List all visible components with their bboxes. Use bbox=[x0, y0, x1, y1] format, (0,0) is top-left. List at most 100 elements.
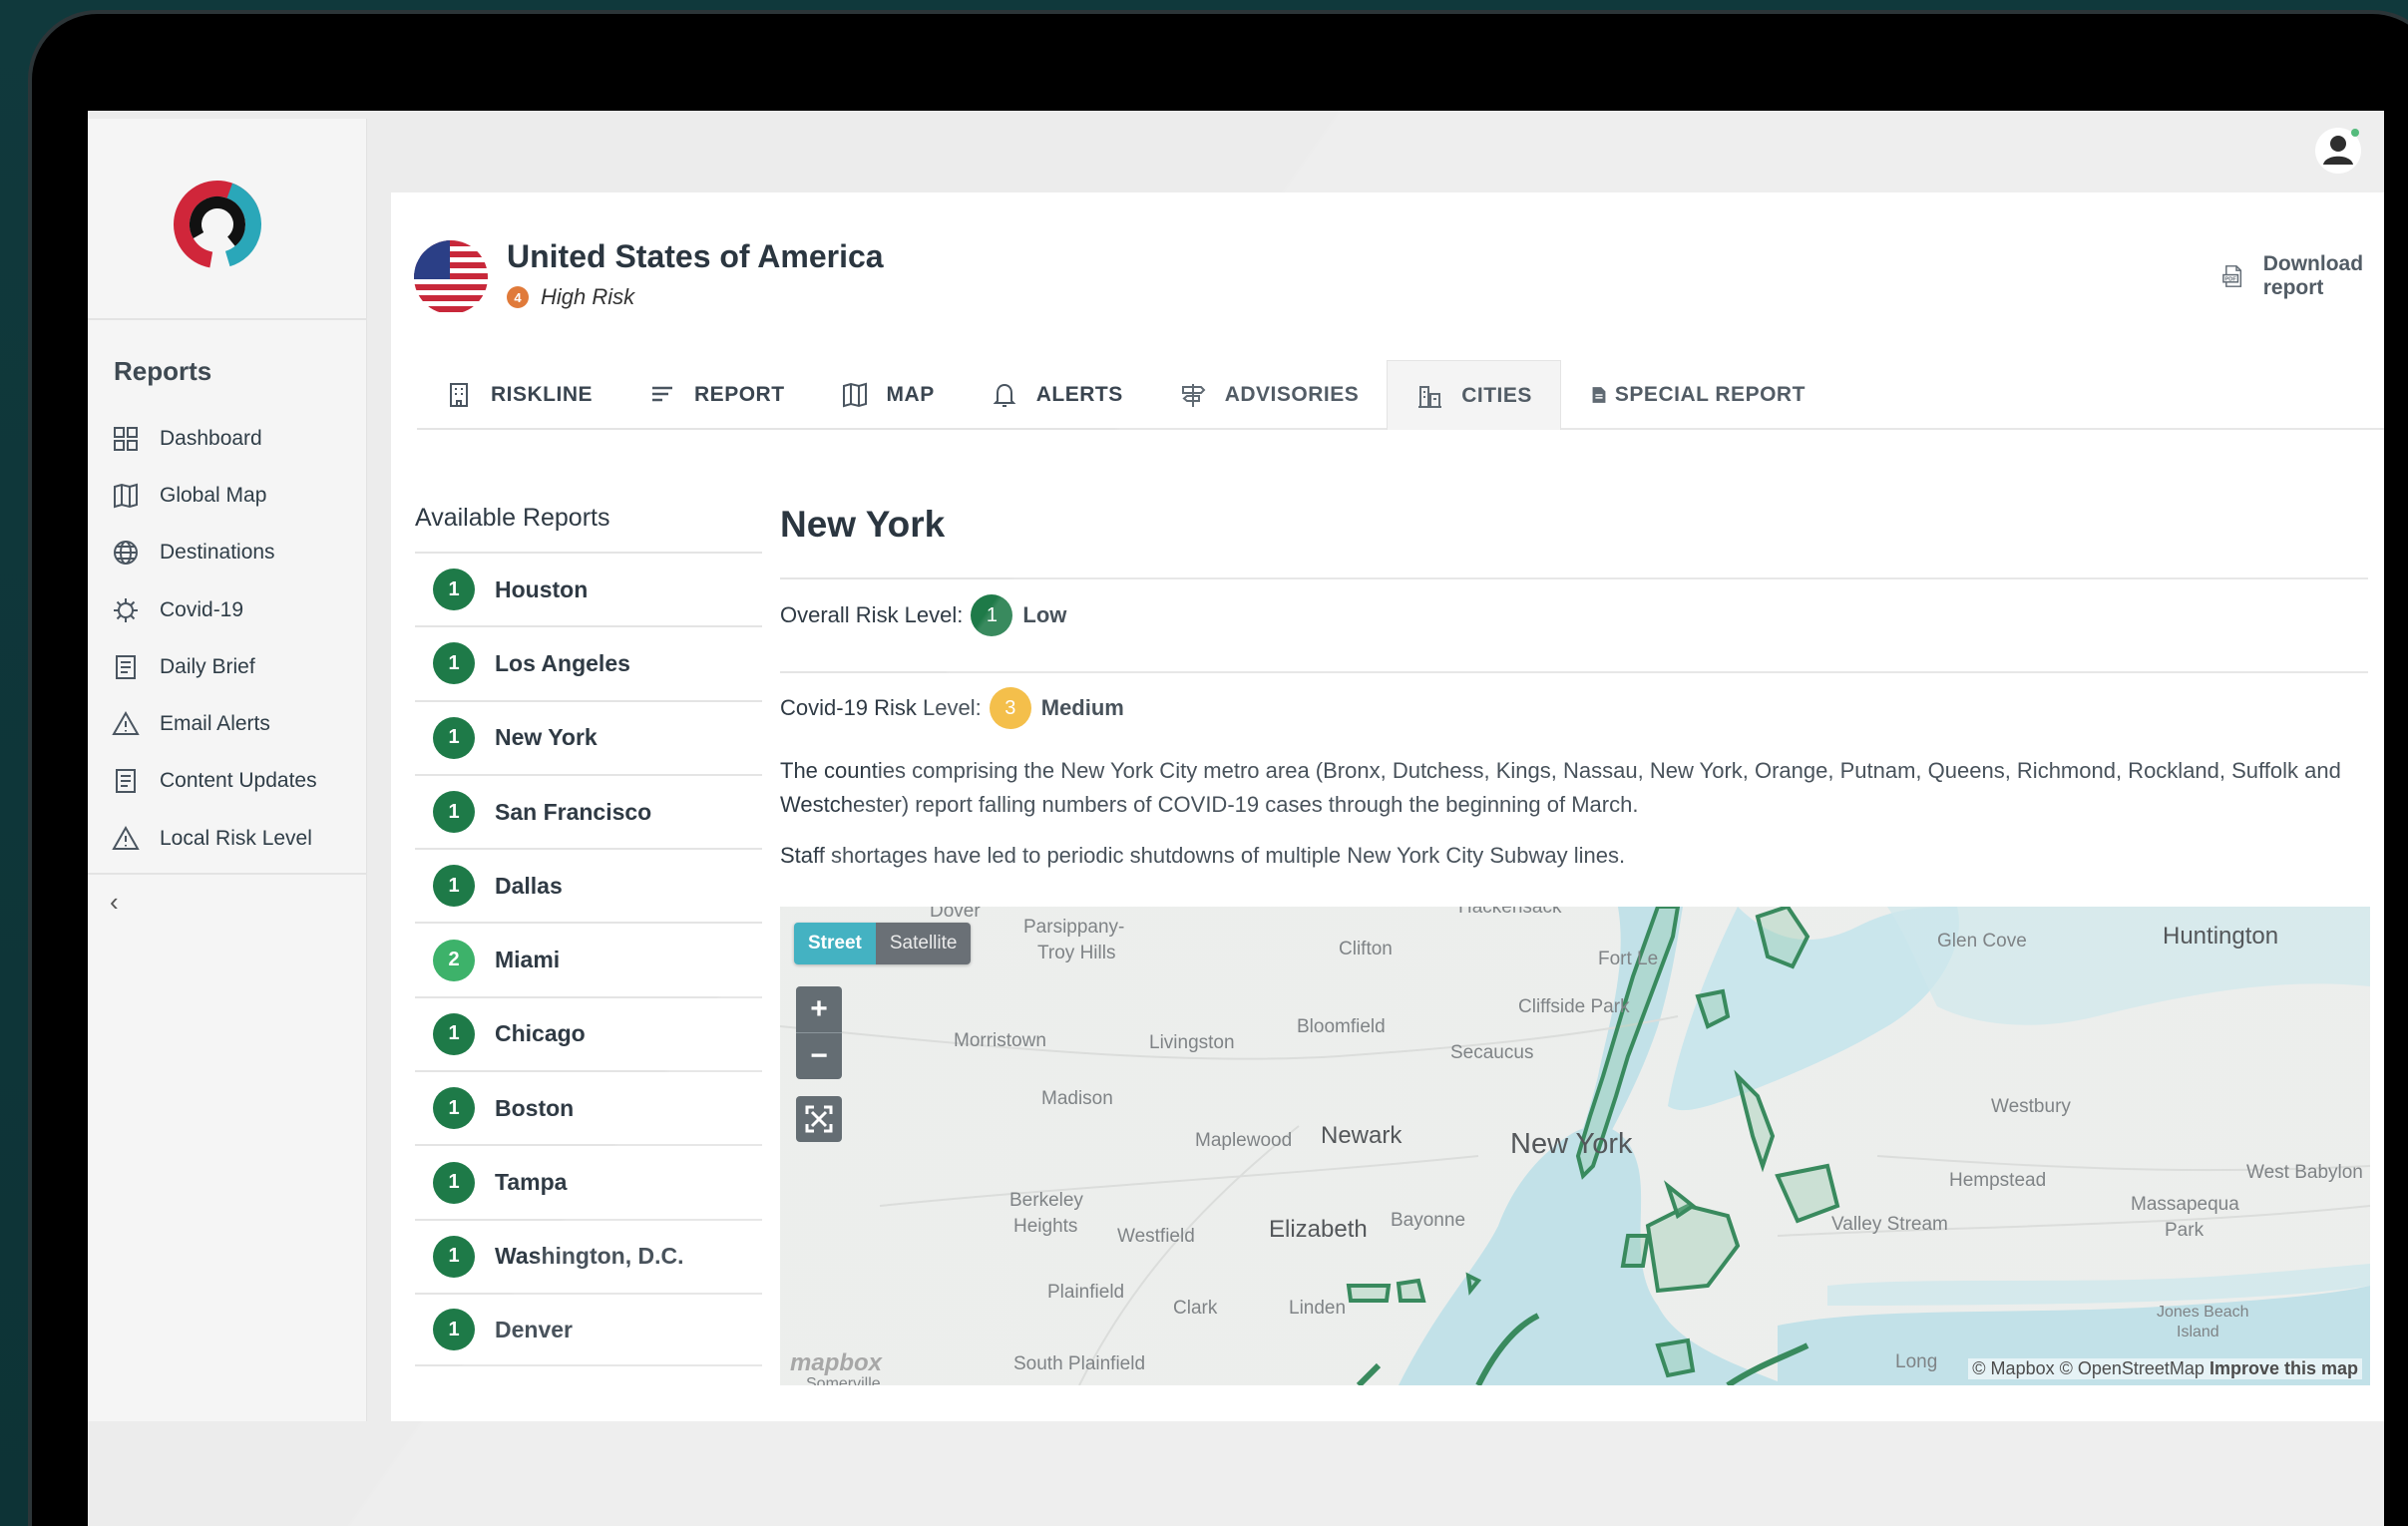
map-label: Clifton bbox=[1339, 939, 1393, 959]
map-label: Secaucus bbox=[1450, 1042, 1534, 1063]
map-label: Parsippany- bbox=[1023, 917, 1125, 938]
sidebar-item-email-alerts[interactable]: Email Alerts bbox=[112, 695, 361, 752]
sidebar-item-label: Daily Brief bbox=[160, 654, 255, 678]
risk-level-badge: 1 bbox=[433, 1087, 475, 1130]
map-icon bbox=[842, 382, 867, 408]
list-item[interactable]: 1 Houston bbox=[415, 552, 762, 625]
risk-level-badge: 1 bbox=[433, 865, 475, 908]
tab-cities[interactable]: CITIES bbox=[1387, 360, 1561, 430]
list-item[interactable]: 2 Miami bbox=[415, 922, 762, 995]
sidebar-item-label: Global Map bbox=[160, 483, 267, 507]
map-label: Huntington bbox=[2163, 923, 2279, 950]
tab-alerts[interactable]: ALERTS bbox=[963, 360, 1151, 430]
tab-report[interactable]: REPORT bbox=[620, 360, 813, 430]
covid-risk-row: Covid-19 Risk Level: 3 Medium bbox=[780, 687, 1124, 729]
sidebar-item-label: Destinations bbox=[160, 541, 275, 565]
sidebar: Reports Dashboard Global Map Destination… bbox=[88, 119, 367, 1421]
tab-advisories[interactable]: ADVISORIES bbox=[1151, 360, 1388, 430]
city-icon bbox=[1418, 385, 1442, 408]
tab-label: ADVISORIES bbox=[1224, 383, 1360, 406]
zoom-in-button[interactable]: + bbox=[796, 986, 842, 1032]
country-title: United States of America bbox=[507, 238, 884, 274]
risk-level-badge: 4 bbox=[507, 286, 529, 308]
tab-special-report[interactable]: SPECIAL REPORT bbox=[1561, 360, 1833, 430]
city-name: Denver bbox=[495, 1316, 573, 1342]
divider bbox=[88, 873, 367, 875]
city-name: Washington, D.C. bbox=[495, 1243, 684, 1270]
list-item[interactable]: 1 Chicago bbox=[415, 995, 762, 1070]
sidebar-item-local-risk-level[interactable]: Local Risk Level bbox=[112, 810, 361, 867]
list-item[interactable]: 1 Dallas bbox=[415, 848, 762, 922]
collapse-sidebar-button[interactable]: ‹ bbox=[110, 887, 119, 918]
pdf-icon: PDF bbox=[2222, 265, 2242, 287]
download-label: Download report bbox=[2262, 252, 2364, 299]
us-flag-icon bbox=[414, 240, 488, 314]
document-icon bbox=[116, 769, 136, 794]
list-item[interactable]: 1 Boston bbox=[415, 1070, 762, 1144]
sidebar-item-destinations[interactable]: Destinations bbox=[112, 525, 361, 581]
sidebar-item-content-updates[interactable]: Content Updates bbox=[112, 753, 361, 810]
map-label: Berkeley bbox=[1009, 1190, 1083, 1211]
mapbox-logo[interactable]: mapbox bbox=[790, 1349, 882, 1377]
risk-level-badge: 1 bbox=[433, 1161, 475, 1204]
map-label: Bloomfield bbox=[1297, 1016, 1386, 1037]
map-label: Dover bbox=[930, 907, 981, 922]
map-label: Hackensack bbox=[1458, 907, 1562, 918]
list-item[interactable]: 1 Denver bbox=[415, 1292, 762, 1367]
map-label: Madison bbox=[1041, 1088, 1113, 1109]
user-avatar-icon[interactable] bbox=[2314, 127, 2362, 175]
improve-map-link[interactable]: Improve this map bbox=[2209, 1358, 2358, 1378]
city-name: Houston bbox=[495, 575, 589, 602]
sidebar-item-covid-19[interactable]: Covid-19 bbox=[112, 581, 361, 638]
city-name: San Francisco bbox=[495, 798, 652, 825]
country-risk: 4 High Risk bbox=[507, 284, 634, 310]
map-label: Island bbox=[2177, 1324, 2219, 1340]
sidebar-item-global-map[interactable]: Global Map bbox=[112, 467, 361, 524]
list-item[interactable]: 1 Tampa bbox=[415, 1144, 762, 1218]
map-label: West Babylon bbox=[2246, 1162, 2363, 1183]
map-label: Fort Le bbox=[1598, 949, 1659, 969]
list-item[interactable]: 1 Washington, D.C. bbox=[415, 1218, 762, 1293]
map-label: Massapequa bbox=[2131, 1194, 2239, 1215]
map-attribution: © Mapbox © OpenStreetMap Improve this ma… bbox=[1968, 1358, 2362, 1379]
tab-label: RISKLINE bbox=[491, 383, 594, 406]
warning-icon bbox=[112, 825, 140, 850]
map-label: Morristown bbox=[954, 1030, 1046, 1051]
list-item[interactable]: 1 Los Angeles bbox=[415, 625, 762, 699]
app-screen: Reports Dashboard Global Map Destination… bbox=[88, 111, 2384, 1526]
city-name: Los Angeles bbox=[495, 649, 630, 676]
map-label: Plainfield bbox=[1047, 1282, 1125, 1303]
map-label: Newark bbox=[1321, 1122, 1403, 1149]
risk-level-badge: 3 bbox=[989, 687, 1031, 729]
tab-riskline[interactable]: RISKLINE bbox=[417, 360, 620, 430]
city-map[interactable]: Street Satellite + − Dover Hackensack Pa… bbox=[780, 907, 2370, 1385]
tab-map[interactable]: MAP bbox=[813, 360, 963, 430]
overall-risk-value: Low bbox=[1022, 602, 1067, 627]
list-item[interactable]: 1 New York bbox=[415, 699, 762, 774]
map-label: Glen Cove bbox=[1937, 931, 2027, 952]
sidebar-item-dashboard[interactable]: Dashboard bbox=[112, 410, 361, 467]
map-label: Livingston bbox=[1149, 1032, 1235, 1053]
sidebar-item-daily-brief[interactable]: Daily Brief bbox=[112, 638, 361, 695]
divider bbox=[88, 318, 367, 320]
tab-label: REPORT bbox=[694, 383, 785, 406]
download-report-button[interactable]: PDF Download report bbox=[2220, 252, 2384, 300]
list-item[interactable]: 1 San Francisco bbox=[415, 773, 762, 848]
risk-level-badge: 1 bbox=[433, 569, 475, 611]
divider bbox=[780, 671, 2368, 673]
risk-level-badge: 1 bbox=[433, 642, 475, 685]
fullscreen-button[interactable] bbox=[796, 1096, 842, 1142]
risk-level-badge: 1 bbox=[433, 1235, 475, 1278]
street-button[interactable]: Street bbox=[794, 923, 876, 964]
sidebar-item-label: Content Updates bbox=[160, 769, 317, 793]
sidebar-item-label: Dashboard bbox=[160, 426, 262, 450]
map-label: Westfield bbox=[1117, 1226, 1195, 1247]
map-label: Cliffside Park bbox=[1518, 996, 1630, 1017]
satellite-button[interactable]: Satellite bbox=[875, 923, 972, 964]
tab-bar: RISKLINE REPORT MAP ALERTS ADVISORIES CI… bbox=[417, 360, 2384, 430]
overall-risk-label: Overall Risk Level: bbox=[780, 602, 964, 627]
covid-risk-value: Medium bbox=[1040, 695, 1124, 720]
available-reports-title: Available Reports bbox=[415, 504, 610, 532]
sidebar-heading: Reports bbox=[114, 356, 212, 386]
zoom-out-button[interactable]: − bbox=[796, 1033, 842, 1079]
